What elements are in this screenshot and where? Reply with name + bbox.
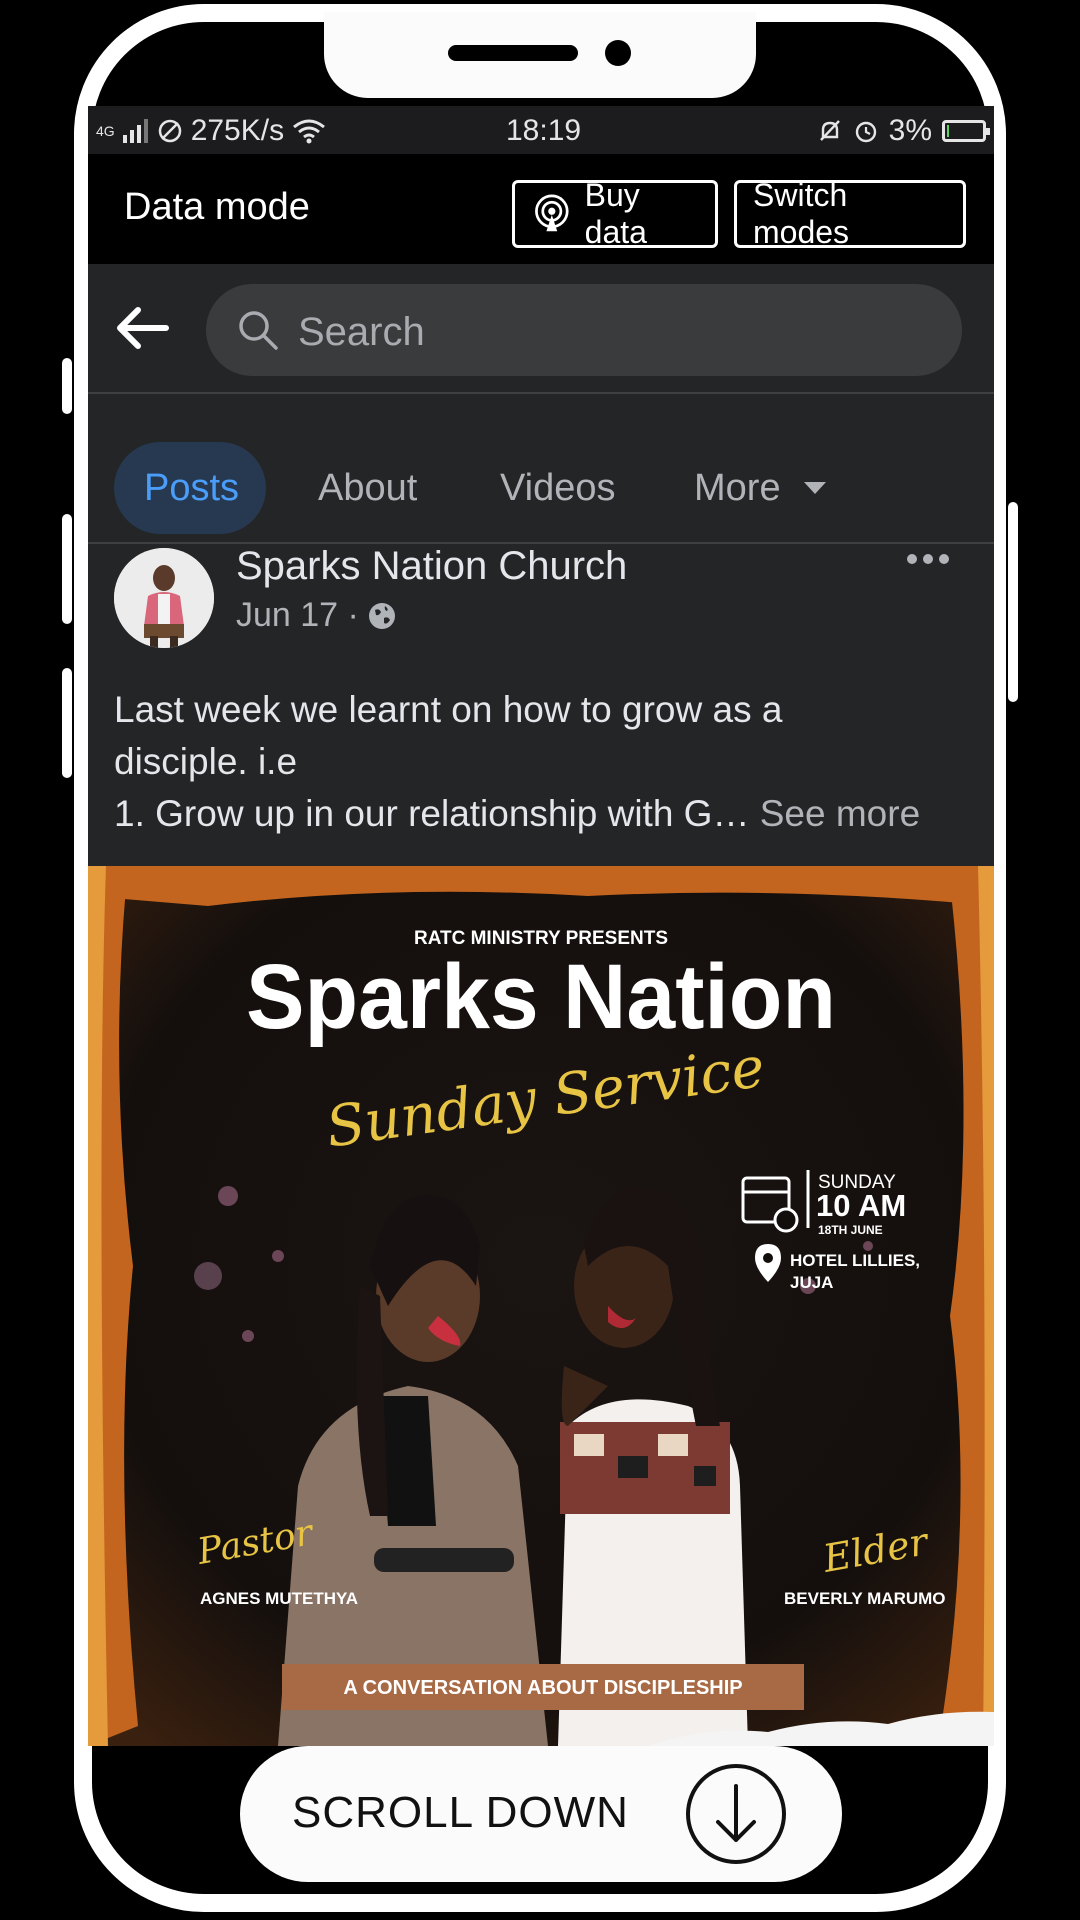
search-bar: Search <box>88 264 994 392</box>
post-date[interactable]: Jun 17 · <box>236 596 359 635</box>
search-icon <box>239 311 278 350</box>
poster-time: 10 AM <box>816 1188 906 1223</box>
switch-modes-label: Switch modes <box>753 177 850 250</box>
tab-more[interactable]: More <box>694 442 827 534</box>
avatar-image <box>114 548 214 648</box>
wifi-icon <box>293 119 326 144</box>
page-tabs: Posts About Videos More <box>88 394 994 544</box>
search-input[interactable]: Search <box>206 284 962 376</box>
scroll-down-button[interactable]: SCROLL DOWN <box>240 1746 842 1882</box>
network-speed: 275K/s <box>190 114 285 147</box>
poster-left-name: AGNES MUTETHYA <box>200 1589 358 1608</box>
search-placeholder: Search <box>298 310 425 354</box>
battery-percent: 3% <box>888 114 932 147</box>
caret-down-icon <box>803 482 826 494</box>
buy-data-button[interactable]: Buy data <box>512 177 718 250</box>
broadcast-icon <box>535 194 569 232</box>
poster-venue-line2: JUJA <box>790 1273 833 1292</box>
post-image[interactable]: RATC MINISTRY PRESENTS Sparks Nation Sun… <box>88 866 994 1746</box>
data-saver-icon <box>158 119 181 143</box>
tab-posts-label: Posts <box>144 466 240 509</box>
phone-power-button <box>1008 502 1018 702</box>
phone-screen: 4G 275K/s 18:19 3% Data mode Buy data Sw… <box>88 106 994 1746</box>
alarm-icon <box>855 121 876 143</box>
switch-modes-button[interactable]: Switch modes <box>734 177 966 250</box>
post-text-line3: 1. Grow up in our relationship with G… <box>114 793 750 834</box>
globe-icon <box>368 602 395 629</box>
back-arrow-icon[interactable] <box>114 304 170 352</box>
tab-videos[interactable]: Videos <box>500 442 616 534</box>
post-text-line: 1. Grow up in our relationship with G… S… <box>114 788 974 840</box>
page-name[interactable]: Sparks Nation Church <box>236 544 627 589</box>
post-text-line: disciple. i.e <box>114 741 298 782</box>
phone-side-button <box>62 358 72 414</box>
status-bar: 4G 275K/s 18:19 3% <box>88 106 994 154</box>
network-type: 4G <box>96 123 115 139</box>
signal-icon <box>122 119 148 143</box>
post-text: Last week we learnt on how to grow as a … <box>114 684 974 840</box>
poster-title: Sparks Nation <box>246 946 836 1048</box>
tab-about-label: About <box>318 466 418 509</box>
see-more-link[interactable]: See more <box>760 793 920 834</box>
tab-more-label: More <box>694 466 781 509</box>
post-header: Sparks Nation Church Jun 17 · <box>88 544 994 684</box>
phone-volume-down-button <box>62 668 72 778</box>
data-mode-bar: Data mode Buy data Switch modes <box>88 154 994 264</box>
scroll-down-label: SCROLL DOWN <box>292 1788 629 1837</box>
notifications-muted-icon <box>819 120 840 141</box>
phone-speaker <box>448 45 578 61</box>
buy-data-label: Buy data <box>584 177 647 250</box>
tab-about[interactable]: About <box>318 442 417 534</box>
post-text-line: Last week we learnt on how to grow as a <box>114 689 783 730</box>
clock: 18:19 <box>506 114 582 147</box>
poster-right-name: BEVERLY MARUMO <box>784 1589 946 1608</box>
arrow-down-circle-icon <box>686 1764 786 1864</box>
more-options-icon[interactable] <box>906 552 950 566</box>
battery-icon <box>942 120 990 142</box>
tab-videos-label: Videos <box>500 466 616 509</box>
tab-posts[interactable]: Posts <box>114 442 266 534</box>
post-meta: Jun 17 · <box>236 596 397 635</box>
poster-date: 18TH JUNE <box>818 1223 883 1237</box>
phone-volume-up-button <box>62 514 72 624</box>
avatar[interactable] <box>114 548 214 648</box>
phone-camera <box>605 40 631 66</box>
poster-venue-line1: HOTEL LILLIES, <box>790 1251 920 1270</box>
poster-banner-text: A CONVERSATION ABOUT DISCIPLESHIP <box>343 1677 742 1699</box>
event-poster: RATC MINISTRY PRESENTS Sparks Nation Sun… <box>88 866 994 1746</box>
data-mode-title: Data mode <box>124 186 310 228</box>
